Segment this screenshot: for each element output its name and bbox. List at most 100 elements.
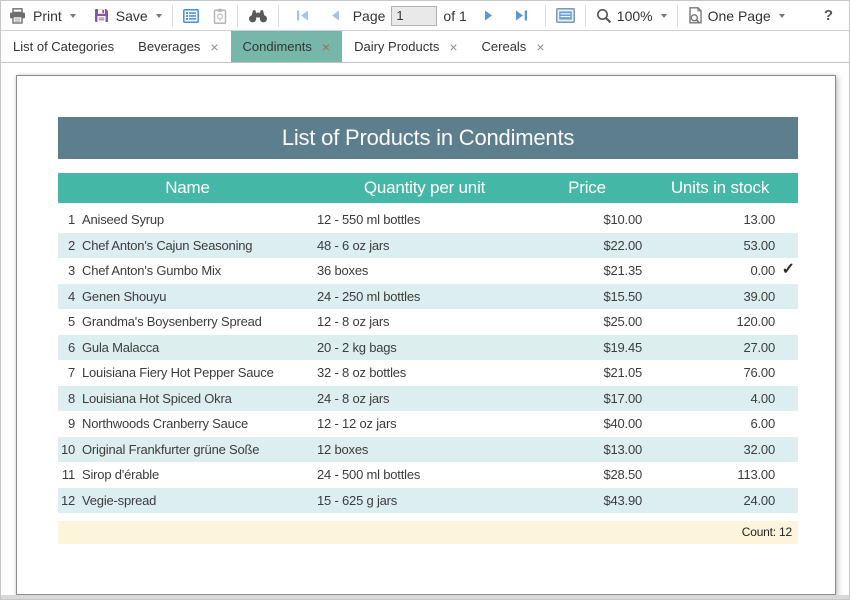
chevron-down-icon — [779, 14, 785, 18]
one-page-icon — [688, 7, 703, 24]
previous-page-button[interactable] — [324, 10, 347, 21]
tab-bar: List of CategoriesBeverages×Condiments×D… — [1, 31, 849, 63]
save-button[interactable]: Save — [94, 8, 162, 24]
cell-quantity-per-unit: 48 - 6 oz jars — [317, 233, 532, 259]
chevron-down-icon — [661, 14, 667, 18]
column-header: Name — [58, 173, 317, 203]
toolbar-separator — [172, 5, 173, 27]
magnifier-icon — [596, 8, 612, 24]
toolbar-separator — [585, 5, 586, 27]
parameters-clipboard-icon — [213, 8, 227, 24]
cell-price: $13.00 — [532, 437, 642, 463]
cell-row-number: 3 — [58, 258, 82, 284]
cell-quantity-per-unit: 20 - 2 kg bags — [317, 335, 532, 361]
cell-name: Northwoods Cranberry Sauce — [82, 411, 317, 437]
cell-price: $43.90 — [532, 488, 642, 514]
cell-name: Chef Anton's Cajun Seasoning — [82, 233, 317, 259]
cell-price: $28.50 — [532, 462, 642, 488]
report-surface: List of Products in Condiments NameQuant… — [1, 63, 849, 599]
cell-row-number: 10 — [58, 437, 82, 463]
close-icon[interactable]: × — [210, 40, 218, 54]
cell-units-in-stock: 0.00✓ — [642, 258, 798, 284]
cell-price: $10.00 — [532, 207, 642, 233]
next-page-icon — [484, 10, 493, 21]
printer-icon — [9, 8, 26, 24]
cell-units-in-stock: 13.00 — [642, 207, 798, 233]
close-icon[interactable]: × — [536, 40, 544, 54]
zoom-control[interactable]: 100% — [596, 8, 667, 24]
cell-row-number: 7 — [58, 360, 82, 386]
tab-label: Cereals — [482, 39, 527, 54]
search-button[interactable] — [248, 8, 268, 23]
tab-label: Beverages — [138, 39, 200, 54]
cell-name: Vegie-spread — [82, 488, 317, 514]
page-number-input[interactable] — [391, 6, 437, 26]
print-button[interactable]: Print — [9, 8, 76, 24]
cell-price: $40.00 — [532, 411, 642, 437]
cell-units-in-stock: 27.00 — [642, 335, 798, 361]
cell-row-number: 9 — [58, 411, 82, 437]
cell-quantity-per-unit: 32 - 8 oz bottles — [317, 360, 532, 386]
cell-row-number: 12 — [58, 488, 82, 514]
cell-quantity-per-unit: 12 - 12 oz jars — [317, 411, 532, 437]
cell-units-in-stock: 24.00 — [642, 488, 798, 514]
table-row: 5Grandma's Boysenberry Spread12 - 8 oz j… — [58, 309, 798, 335]
cell-units-in-stock: 113.00 — [642, 462, 798, 488]
document-map-button[interactable] — [183, 9, 199, 23]
cell-row-number: 11 — [58, 462, 82, 488]
binoculars-icon — [248, 8, 268, 23]
parameters-button[interactable] — [213, 8, 227, 24]
zoom-value: 100% — [617, 8, 653, 24]
last-page-button[interactable] — [508, 10, 535, 21]
cell-row-number: 8 — [58, 386, 82, 412]
multipage-toggle-button[interactable] — [556, 8, 575, 23]
cell-name: Aniseed Syrup — [82, 207, 317, 233]
table-body: 1Aniseed Syrup12 - 550 ml bottles$10.001… — [58, 207, 798, 513]
tab-label: Dairy Products — [354, 39, 439, 54]
page-label: Page — [353, 8, 386, 24]
cell-price: $19.45 — [532, 335, 642, 361]
column-header: Price — [532, 173, 642, 203]
tab-dairy-products[interactable]: Dairy Products × — [342, 31, 469, 62]
cell-units-in-stock: 32.00 — [642, 437, 798, 463]
table-row: 3Chef Anton's Gumbo Mix36 boxes$21.350.0… — [58, 258, 798, 284]
save-label: Save — [116, 8, 148, 24]
next-page-button[interactable] — [477, 10, 500, 21]
page-count-label: of 1 — [443, 8, 466, 24]
cell-row-number: 2 — [58, 233, 82, 259]
help-button[interactable]: ? — [824, 7, 833, 24]
tab-beverages[interactable]: Beverages × — [126, 31, 230, 62]
cell-units-in-stock: 39.00 — [642, 284, 798, 310]
first-page-icon — [296, 10, 309, 21]
cell-name: Genen Shouyu — [82, 284, 317, 310]
report-table: List of Products in Condiments NameQuant… — [58, 117, 798, 544]
tab-cereals[interactable]: Cereals × — [470, 31, 557, 62]
cell-price: $22.00 — [532, 233, 642, 259]
table-row: 11Sirop d'érable24 - 500 ml bottles$28.5… — [58, 462, 798, 488]
table-row: 1Aniseed Syrup12 - 550 ml bottles$10.001… — [58, 207, 798, 233]
view-mode-control[interactable]: One Page — [688, 7, 785, 24]
cell-row-number: 6 — [58, 335, 82, 361]
table-row: 8Louisiana Hot Spiced Okra24 - 8 oz jars… — [58, 386, 798, 412]
cell-quantity-per-unit: 12 - 8 oz jars — [317, 309, 532, 335]
cell-name: Gula Malacca — [82, 335, 317, 361]
cell-quantity-per-unit: 24 - 8 oz jars — [317, 386, 532, 412]
tab-list-of-categories[interactable]: List of Categories — [1, 31, 126, 62]
table-row: 6Gula Malacca20 - 2 kg bags$19.4527.00 — [58, 335, 798, 361]
tab-condiments[interactable]: Condiments× — [231, 31, 343, 62]
close-icon[interactable]: × — [322, 40, 330, 54]
cell-price: $17.00 — [532, 386, 642, 412]
cell-quantity-per-unit: 12 - 550 ml bottles — [317, 207, 532, 233]
check-icon: ✓ — [782, 257, 795, 283]
cell-name: Louisiana Fiery Hot Pepper Sauce — [82, 360, 317, 386]
print-label: Print — [33, 8, 62, 24]
chevron-down-icon — [156, 14, 162, 18]
cell-name: Chef Anton's Gumbo Mix — [82, 258, 317, 284]
cell-price: $21.05 — [532, 360, 642, 386]
cell-units-in-stock: 6.00 — [642, 411, 798, 437]
table-row: 9Northwoods Cranberry Sauce12 - 12 oz ja… — [58, 411, 798, 437]
cell-quantity-per-unit: 15 - 625 g jars — [317, 488, 532, 514]
page-navigation: Page of 1 — [289, 6, 535, 26]
close-icon[interactable]: × — [449, 40, 457, 54]
first-page-button[interactable] — [289, 10, 316, 21]
